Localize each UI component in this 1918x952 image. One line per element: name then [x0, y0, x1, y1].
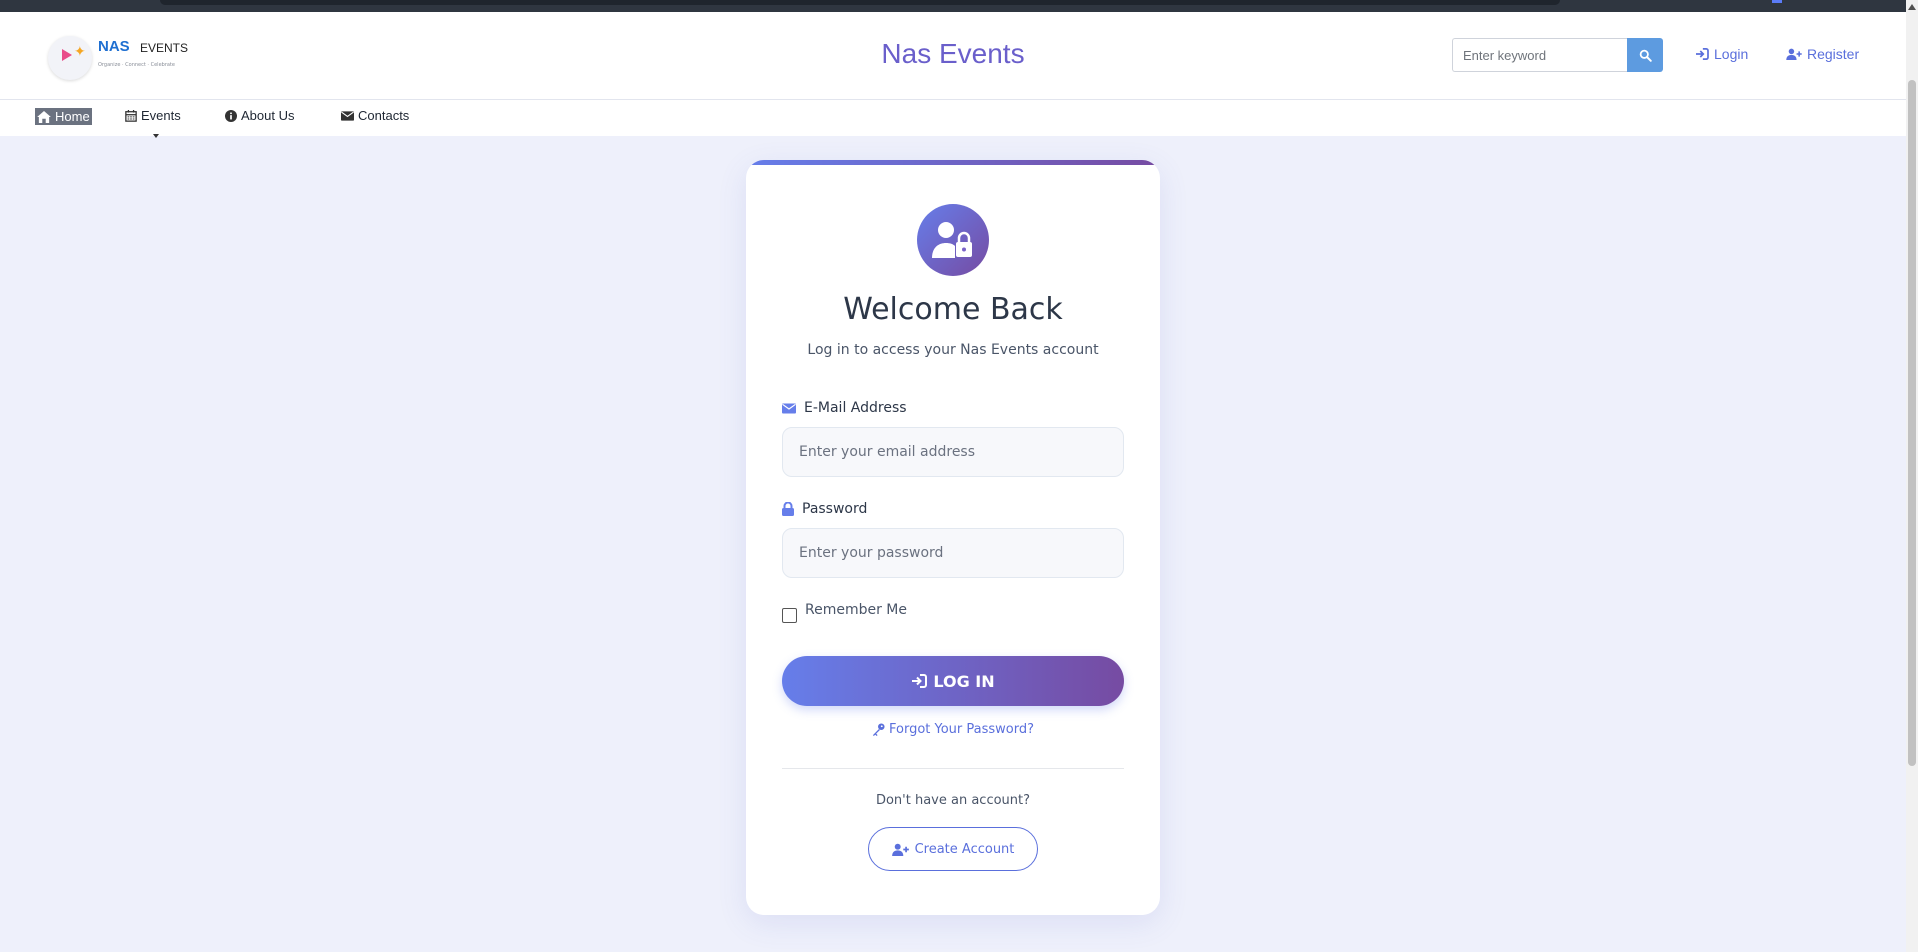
sign-in-icon [912, 674, 928, 688]
nav-item-label: About Us [241, 108, 295, 123]
envelope-icon [782, 403, 796, 413]
events-dropdown-caret-icon[interactable] [153, 134, 159, 138]
email-label-text: E-Mail Address [804, 400, 907, 416]
divider [782, 768, 1124, 769]
home-icon [37, 110, 51, 123]
search-icon [1639, 49, 1652, 62]
scroll-up-arrow-icon[interactable] [1908, 4, 1916, 10]
browser-top-strip [0, 0, 1906, 12]
login-title: Welcome Back [843, 292, 1063, 327]
login-card: Welcome Back Log in to access your Nas E… [746, 160, 1160, 915]
nav-item-label: Home [55, 109, 90, 124]
password-label-text: Password [802, 501, 868, 517]
nav-item-home[interactable]: Home [35, 108, 92, 125]
register-link[interactable]: Register [1786, 46, 1859, 62]
info-icon [225, 109, 237, 122]
login-button[interactable]: LOG IN [782, 656, 1124, 706]
create-account-button[interactable]: Create Account [868, 827, 1038, 871]
nav-item-events[interactable]: Events [125, 108, 181, 123]
email-label: E-Mail Address [782, 400, 907, 416]
envelope-icon [341, 110, 354, 121]
page-scrollbar[interactable] [1906, 0, 1918, 952]
nav-item-label: Events [141, 108, 181, 123]
scrollbar-thumb[interactable] [1908, 80, 1916, 766]
main-navigation: Home Events About Us Contacts [0, 100, 1906, 136]
browser-indicator [1772, 0, 1782, 3]
search-input[interactable] [1452, 38, 1627, 72]
sign-in-icon [1696, 48, 1709, 60]
key-icon [872, 723, 885, 736]
password-field[interactable] [782, 528, 1124, 578]
no-account-text: Don't have an account? [875, 793, 1031, 808]
login-link[interactable]: Login [1695, 46, 1748, 62]
user-lock-icon [932, 222, 972, 258]
lock-icon [782, 502, 794, 516]
search-button[interactable] [1627, 38, 1663, 72]
login-subtitle: Log in to access your Nas Events account [807, 342, 1099, 358]
user-plus-icon [891, 843, 909, 856]
nav-item-contacts[interactable]: Contacts [341, 108, 409, 123]
nav-item-about-us[interactable]: About Us [225, 108, 294, 123]
forgot-password-link[interactable]: Forgot Your Password? [746, 722, 1160, 737]
create-account-label: Create Account [914, 841, 1015, 857]
search-form [1452, 38, 1663, 72]
remember-me-label[interactable]: Remember Me [805, 602, 907, 618]
user-lock-avatar [917, 204, 989, 276]
login-link-label: Login [1714, 46, 1749, 62]
remember-me: Remember Me [782, 602, 907, 623]
remember-me-checkbox[interactable] [782, 608, 797, 623]
forgot-password-label: Forgot Your Password? [888, 722, 1035, 737]
card-accent-bar [746, 160, 1160, 165]
site-header: ✦ NAS EVENTS Organize · Connect · Celebr… [0, 12, 1906, 100]
calendar-icon [125, 109, 137, 122]
email-field[interactable] [782, 427, 1124, 477]
password-label: Password [782, 501, 867, 517]
nav-item-label: Contacts [358, 108, 410, 123]
login-button-label: LOG IN [933, 671, 995, 691]
user-plus-icon [1786, 48, 1802, 60]
browser-top-strip-inner [160, 0, 1560, 5]
register-link-label: Register [1807, 46, 1860, 62]
